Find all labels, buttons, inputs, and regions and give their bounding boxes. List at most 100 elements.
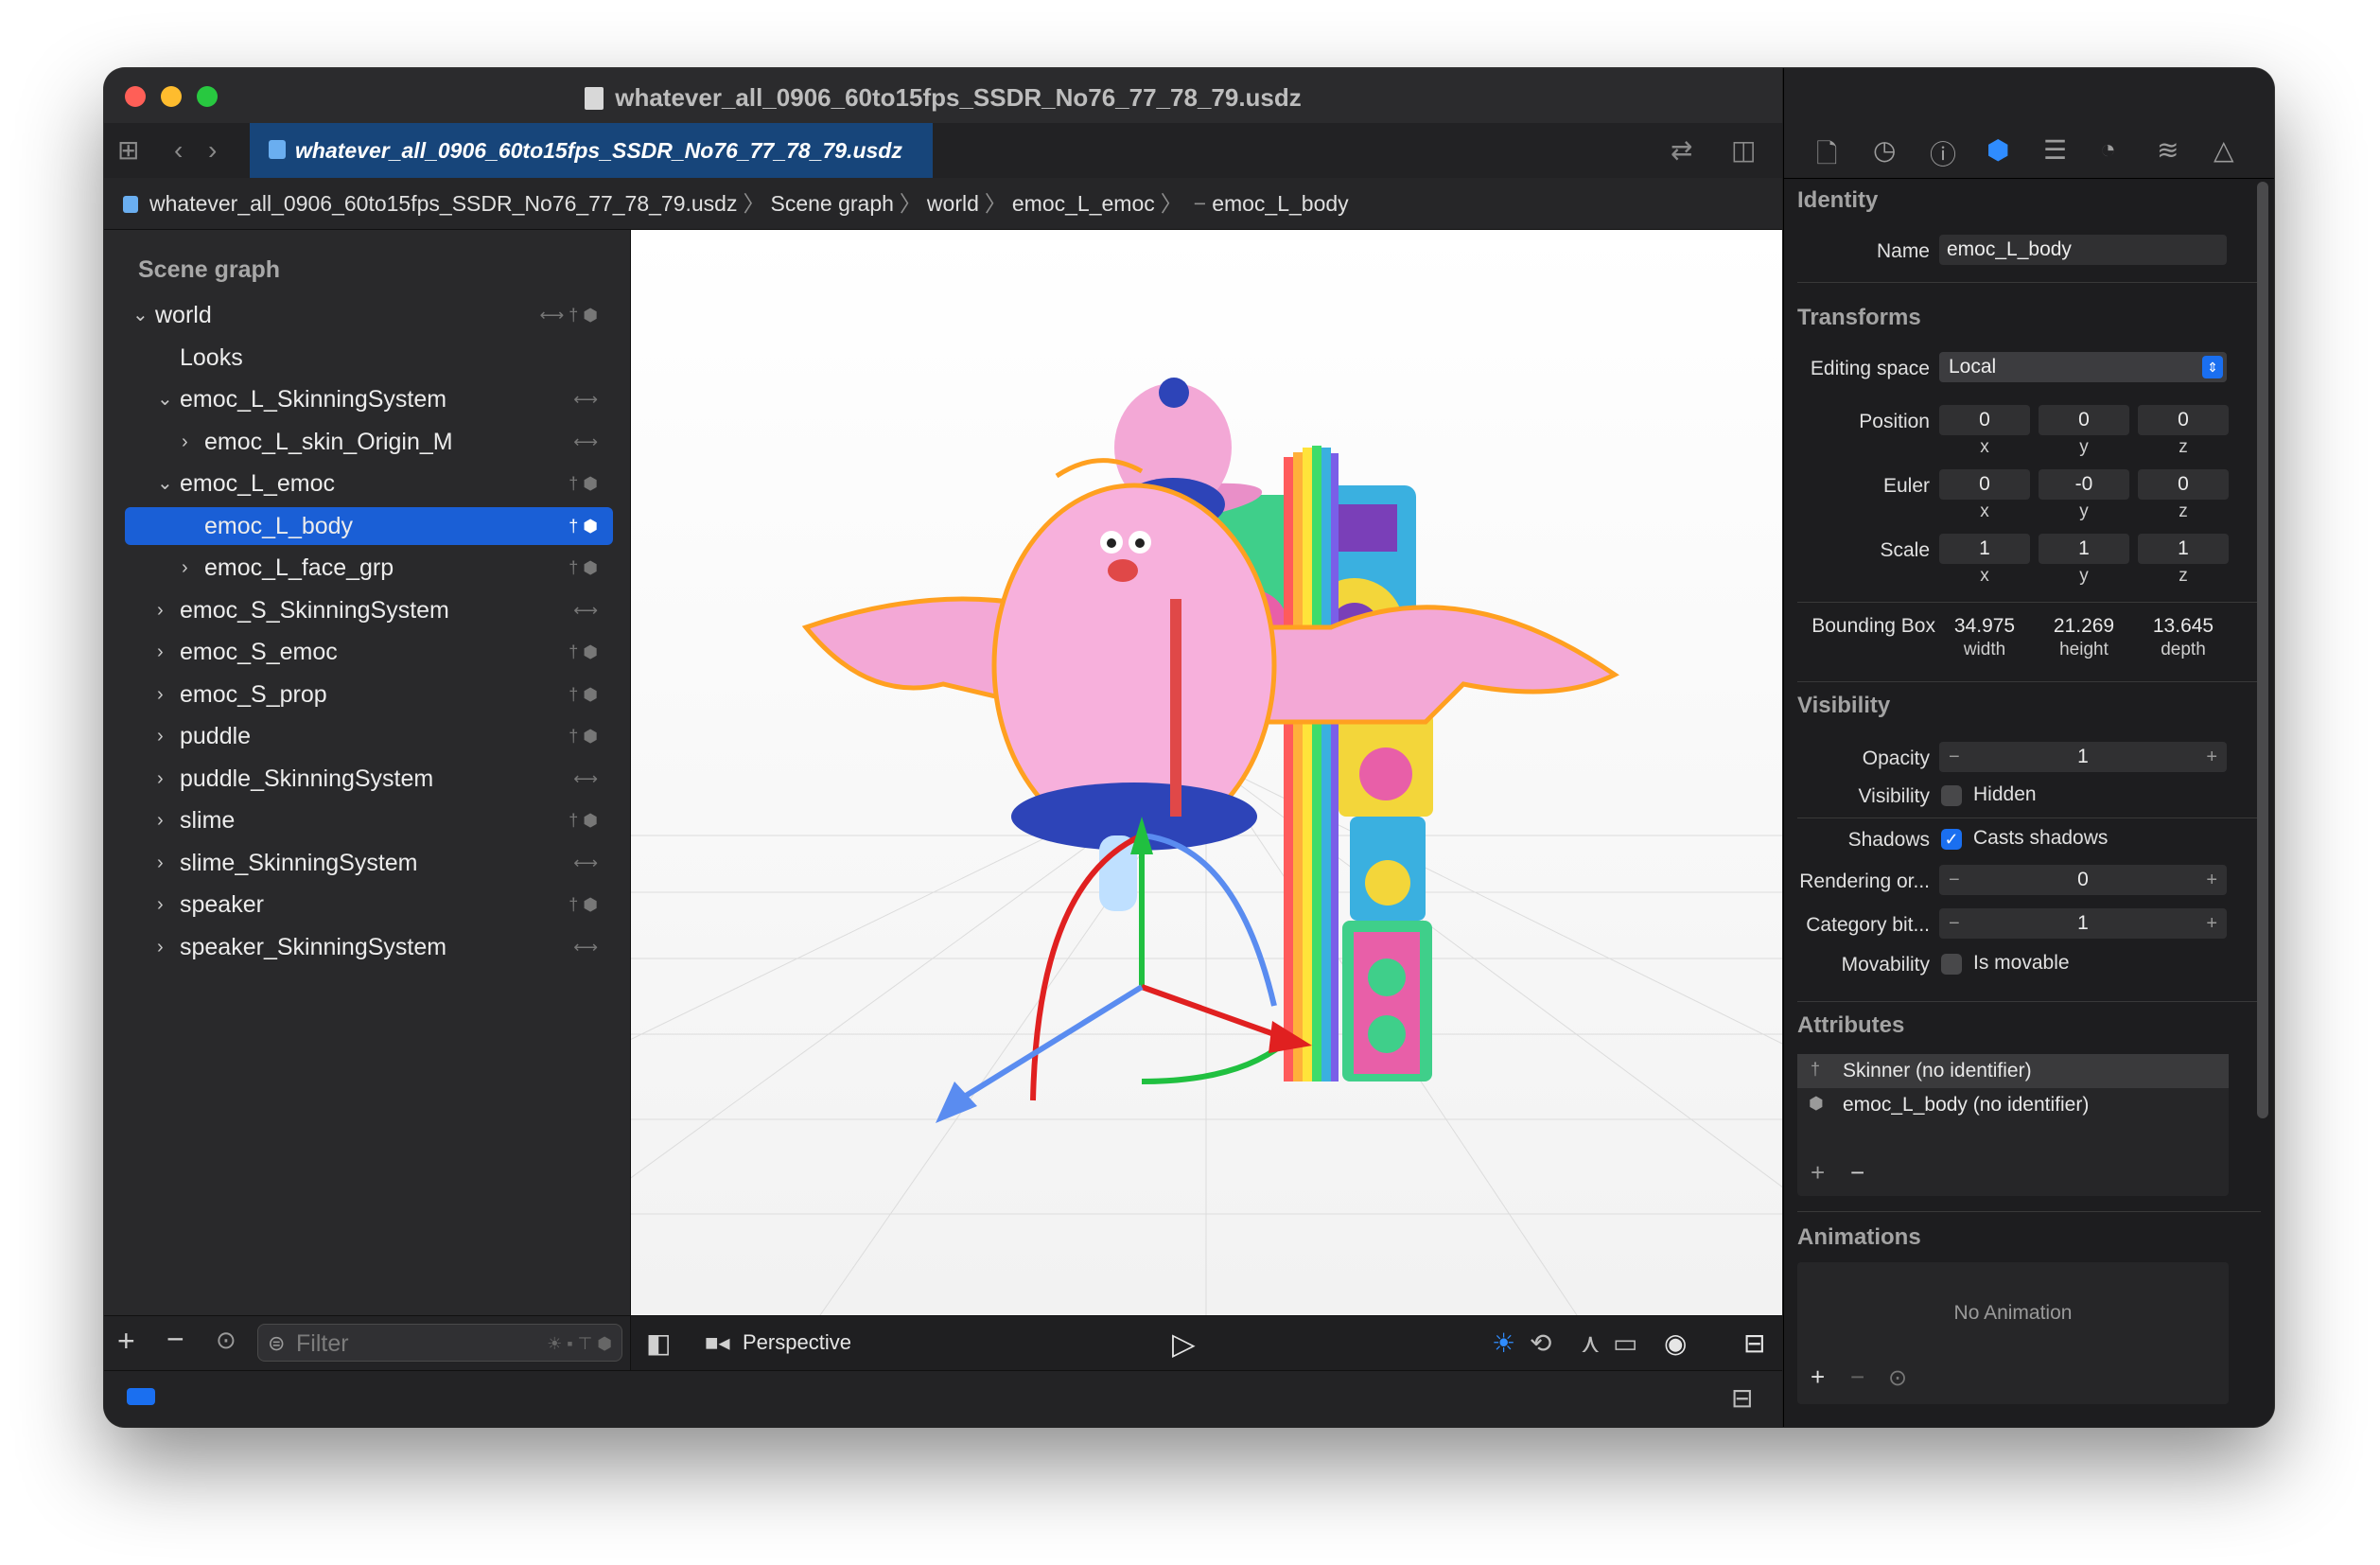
decrement-icon[interactable]: − — [1949, 865, 1960, 895]
chevron-right-icon[interactable]: › — [157, 633, 164, 671]
frame-icon[interactable]: ▭ — [1613, 1328, 1637, 1359]
scene-tree-row[interactable]: › emoc_S_prop † ⬢ — [125, 676, 613, 713]
more-options-icon[interactable]: ⊙ — [1888, 1364, 1907, 1392]
position-z-field[interactable]: 0 — [2138, 405, 2229, 435]
add-icon[interactable]: + — [1811, 1158, 1825, 1187]
position-y-field[interactable]: 0 — [2039, 405, 2129, 435]
layers-icon[interactable]: ≋ — [2157, 134, 2179, 166]
file-inspector-icon[interactable]: 🗋 — [1816, 134, 1838, 180]
casts-shadows-checkbox[interactable]: ✓ — [1941, 829, 1962, 850]
add-icon[interactable]: + — [117, 1324, 135, 1359]
increment-icon[interactable]: + — [2206, 865, 2217, 895]
scene-tree-row[interactable]: › emoc_S_SkinningSystem ⟷ — [125, 591, 613, 629]
breadcrumb-item-scene-graph[interactable]: Scene graph — [770, 191, 893, 216]
scene-tree-row[interactable]: ⌄ world ⟷ † ⬢ — [125, 296, 613, 334]
scene-tree-row[interactable]: › slime † ⬢ — [125, 801, 613, 839]
bottom-panel-icon[interactable]: ⊟ — [1743, 1328, 1765, 1359]
scene-tree-row[interactable]: ⌄ emoc_L_emoc † ⬢ — [125, 465, 613, 502]
filter-type-icons[interactable]: ☀ ▪ ⊤ ⬢ — [547, 1325, 612, 1363]
euler-y-field[interactable]: -0 — [2039, 469, 2129, 500]
chevron-right-icon[interactable]: › — [182, 549, 188, 587]
scene-tree-row[interactable]: › speaker_SkinningSystem ⟷ — [125, 928, 613, 966]
hidden-checkbox-label: Hidden — [1973, 783, 2037, 805]
scene-tree-row[interactable]: › emoc_S_emoc † ⬢ — [125, 633, 613, 671]
scene-tree-row-label: emoc_L_face_grp — [204, 554, 394, 581]
lighting-icon[interactable]: ☀ — [1492, 1328, 1515, 1359]
scene-tree-row[interactable]: › emoc_L_skin_Origin_M ⟷ — [125, 423, 613, 461]
scene-tree-row[interactable]: › slime_SkinningSystem ⟷ — [125, 844, 613, 882]
breadcrumb-item-emoc-l-emoc[interactable]: emoc_L_emoc — [1012, 191, 1155, 216]
chevron-right-icon[interactable]: › — [157, 801, 164, 839]
euler-x-field[interactable]: 0 — [1939, 469, 2030, 500]
remove-icon[interactable]: − — [166, 1322, 184, 1357]
row-type-icons: † ⬢ — [569, 642, 598, 661]
tab-document[interactable]: whatever_all_0906_60to15fps_SSDR_No76_77… — [250, 123, 933, 178]
chevron-down-icon[interactable]: ⌄ — [157, 465, 173, 502]
scene-tree-row-label: emoc_L_SkinningSystem — [180, 386, 447, 413]
split-editor-icon[interactable]: ◫ — [1731, 136, 1756, 165]
hidden-checkbox[interactable] — [1941, 785, 1962, 806]
opacity-stepper[interactable]: − 1 + — [1939, 742, 2227, 772]
help-icon[interactable]: ⓘ — [1930, 134, 1956, 172]
sidebar-toggle-icon[interactable]: ◧ — [646, 1328, 671, 1359]
axes-icon[interactable]: ⋏ — [1581, 1328, 1601, 1359]
filter-input[interactable]: ⊜ Filter ☀ ▪ ⊤ ⬢ — [257, 1324, 622, 1362]
euler-z-field[interactable]: 0 — [2138, 469, 2229, 500]
rendering-order-stepper[interactable]: − 0 + — [1939, 865, 2227, 895]
category-bitmask-stepper[interactable]: − 1 + — [1939, 908, 2227, 939]
decrement-icon[interactable]: − — [1949, 742, 1960, 772]
breadcrumb-item-file[interactable]: whatever_all_0906_60to15fps_SSDR_No76_77… — [149, 191, 737, 216]
back-icon[interactable]: ‹ — [174, 136, 183, 165]
scale-x-field[interactable]: 1 — [1939, 534, 2030, 564]
chevron-right-icon[interactable]: › — [157, 591, 164, 629]
position-x-field[interactable]: 0 — [1939, 405, 2030, 435]
list-item[interactable]: † Skinner (no identifier) — [1797, 1054, 2229, 1088]
chevron-right-icon[interactable]: › — [157, 928, 164, 966]
is-movable-checkbox[interactable] — [1941, 954, 1962, 975]
history-icon[interactable]: ◷ — [1873, 134, 1896, 166]
scene-tree-row[interactable]: ⌄ emoc_L_SkinningSystem ⟷ — [125, 380, 613, 418]
scene-tree-row[interactable]: Looks — [125, 339, 613, 377]
increment-icon[interactable]: + — [2206, 908, 2217, 939]
play-icon[interactable]: ▷ — [1172, 1326, 1196, 1362]
add-icon[interactable]: + — [1811, 1363, 1825, 1392]
scene-tree-row[interactable]: › emoc_L_face_grp † ⬢ — [125, 549, 613, 587]
camera-mode-label[interactable]: Perspective — [743, 1330, 851, 1355]
chevron-down-icon[interactable]: ⌄ — [132, 296, 149, 334]
chevron-right-icon[interactable]: › — [157, 676, 164, 713]
remove-icon[interactable]: − — [1850, 1363, 1864, 1392]
scene-tree-row[interactable]: › speaker † ⬢ — [125, 886, 613, 923]
chevron-right-icon[interactable]: › — [157, 844, 164, 882]
breadcrumb-item-world[interactable]: world — [927, 191, 979, 216]
debug-area-icon[interactable]: ⊟ — [1731, 1382, 1753, 1414]
scene-tree-row[interactable]: › puddle_SkinningSystem ⟷ — [125, 760, 613, 798]
scene-tree-row[interactable]: › puddle † ⬢ — [125, 717, 613, 755]
attributes-inspector-icon[interactable]: ☰ — [2043, 134, 2067, 166]
object-inspector-icon[interactable]: ⬢ — [1986, 134, 2009, 166]
chevron-right-icon[interactable]: › — [157, 717, 164, 755]
list-item[interactable]: ⬢ emoc_L_body (no identifier) — [1797, 1088, 2229, 1122]
materials-icon[interactable]: △ — [2214, 134, 2234, 166]
increment-icon[interactable]: + — [2206, 742, 2217, 772]
grid-icon[interactable]: ⊞ — [117, 136, 139, 165]
scene-tree-row[interactable]: emoc_L_body † ⬢ — [125, 506, 613, 545]
forward-icon[interactable]: › — [208, 136, 217, 165]
scale-z-field[interactable]: 1 — [2138, 534, 2229, 564]
orbit-icon[interactable]: ⟲ — [1530, 1328, 1551, 1359]
name-field[interactable]: emoc_L_body — [1939, 235, 2227, 265]
chevron-right-icon[interactable]: › — [157, 760, 164, 798]
3d-viewport[interactable] — [631, 230, 1782, 1315]
more-options-icon[interactable]: ⊙ — [216, 1326, 236, 1355]
decrement-icon[interactable]: − — [1949, 908, 1960, 939]
chevron-down-icon[interactable]: ⌄ — [157, 380, 173, 418]
chevron-right-icon[interactable]: › — [182, 423, 188, 461]
inspector-scrollbar[interactable] — [2257, 182, 2268, 1118]
editing-space-select[interactable]: Local ⇕ — [1939, 352, 2227, 382]
visibility-eye-icon[interactable]: ◉ — [1664, 1328, 1687, 1359]
scale-y-field[interactable]: 1 — [2039, 534, 2129, 564]
breadcrumb-item-emoc-l-body[interactable]: emoc_L_body — [1212, 191, 1349, 216]
swap-icon[interactable]: ⇄ — [1671, 136, 1692, 165]
chevron-right-icon[interactable]: › — [157, 886, 164, 923]
timing-icon[interactable]: ◔ — [2100, 134, 2116, 165]
remove-icon[interactable]: − — [1850, 1158, 1864, 1187]
